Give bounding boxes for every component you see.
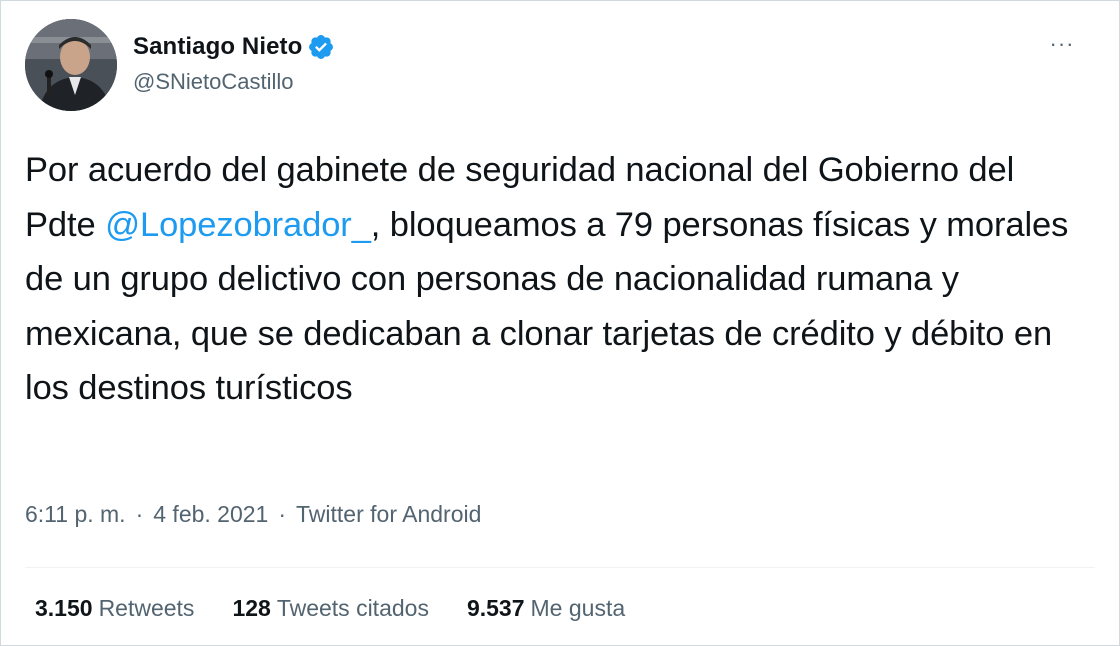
more-horizontal-icon: ··· [1049,31,1075,56]
likes-stat[interactable]: 9.537 Me gusta [467,595,625,622]
meta-separator: · [135,501,144,527]
quote-tweets-count: 128 [232,595,271,621]
tweet-stats: 3.150 Retweets 128 Tweets citados 9.537 … [35,595,663,622]
tweet-time[interactable]: 6:11 p. m. [25,501,126,528]
more-options-button[interactable]: ··· [1045,27,1079,61]
verified-badge-icon [307,33,335,61]
tweet-source[interactable]: Twitter for Android [296,501,481,528]
likes-label: Me gusta [530,595,626,621]
retweets-stat[interactable]: 3.150 Retweets [35,595,194,622]
quote-tweets-label: Tweets citados [276,595,429,621]
retweets-label: Retweets [98,595,195,621]
author-handle[interactable]: @SNietoCastillo [133,69,294,95]
tweet-date[interactable]: 4 feb. 2021 [153,501,268,528]
divider [25,567,1095,568]
avatar-photo-icon [25,19,117,111]
meta-separator: · [278,501,287,527]
likes-count: 9.537 [466,595,525,621]
mention-link[interactable]: @Lopezobrador_ [105,206,371,244]
quote-tweets-stat[interactable]: 128 Tweets citados [232,595,429,622]
author-display-name[interactable]: Santiago Nieto [133,33,302,61]
avatar[interactable] [25,19,117,111]
tweet-text: Por acuerdo del gabinete de seguridad na… [25,143,1085,416]
retweets-count: 3.150 [35,595,93,621]
tweet-card: Santiago Nieto @SNietoCastillo ··· Por a… [0,0,1120,646]
author-name-row: Santiago Nieto [133,31,335,63]
tweet-meta: 6:11 p. m. · 4 feb. 2021 · Twitter for A… [25,501,481,528]
